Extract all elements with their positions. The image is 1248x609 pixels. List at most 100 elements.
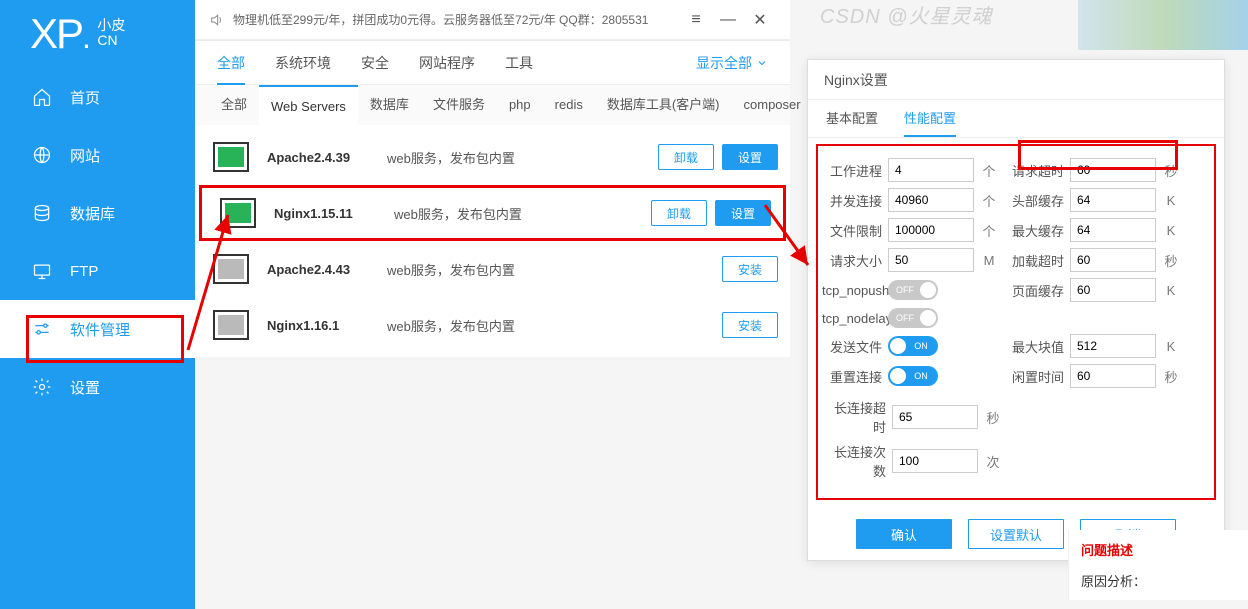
input-max-cache[interactable] [1070,218,1156,242]
show-all-link[interactable]: 显示全部 [696,53,768,73]
package-icon [220,198,256,228]
install-button[interactable]: 安装 [722,312,778,338]
nav-software[interactable]: 软件管理 [0,300,195,358]
uninstall-button[interactable]: 卸载 [658,144,714,170]
side-notes: 问题描述 原因分析： [1068,530,1248,600]
input-page-cache[interactable] [1070,278,1156,302]
input-concurrent[interactable] [888,188,974,212]
nav-settings[interactable]: 设置 [0,358,195,416]
gear-icon [32,377,52,397]
package-desc: web服务，发布包内置 [394,204,651,223]
subtab-webservers[interactable]: Web Servers [259,85,358,125]
input-header-cache[interactable] [1070,188,1156,212]
input-idle-time[interactable] [1070,364,1156,388]
nginx-settings-dialog: Nginx设置 基本配置 性能配置 工作进程 个 请求超时 秒 并发连接 个 头… [807,59,1225,561]
main-tabs: 全部 系统环境 安全 网站程序 工具 显示全部 [195,41,790,85]
package-name: Apache2.4.43 [267,262,387,277]
tab-sysenv[interactable]: 系统环境 [275,53,331,73]
close-button[interactable]: ✕ [744,4,776,36]
sliders-icon [32,319,52,339]
label-page-cache: 页面缓存 [1004,281,1064,300]
label-max-cache: 最大缓存 [1004,221,1064,240]
settings-button[interactable]: 设置 [715,200,771,226]
input-req-size[interactable] [888,248,974,272]
watermark: CSDN @火星灵魂 [820,0,993,29]
unit: 次 [984,452,1002,471]
label-request-timeout: 请求超时 [1004,161,1064,180]
sub-tabs: 全部 Web Servers 数据库 文件服务 php redis 数据库工具(… [195,85,790,125]
nav-label: FTP [70,263,98,280]
dialog-title: Nginx设置 [808,60,1224,100]
subtab-composer[interactable]: composer [732,85,813,125]
toggle-send-file[interactable]: ON [888,336,938,356]
uninstall-button[interactable]: 卸载 [651,200,707,226]
unit: 秒 [984,408,1002,427]
menu-icon[interactable]: ≡ [680,4,712,36]
subtab-redis[interactable]: redis [543,85,595,125]
monitor-icon [32,261,52,281]
pkg-apache2443: Apache2.4.43 web服务，发布包内置 安装 [195,241,790,297]
input-max-block[interactable] [1070,334,1156,358]
unit: K [1162,223,1180,238]
tab-tools[interactable]: 工具 [505,53,533,73]
label-send-file: 发送文件 [822,337,882,356]
tab-basic-config[interactable]: 基本配置 [826,100,878,137]
package-list: Apache2.4.39 web服务，发布包内置 卸载 设置 Nginx1.15… [195,125,790,357]
subtab-all[interactable]: 全部 [209,85,259,125]
unit: 秒 [1162,251,1180,270]
input-work-process[interactable] [888,158,974,182]
label-tcp-nodelay: tcp_nodelay [822,311,882,326]
nav-database[interactable]: 数据库 [0,184,195,242]
unit: 个 [980,191,998,210]
pkg-nginx1161: Nginx1.16.1 web服务，发布包内置 安装 [195,297,790,353]
nav-label: 设置 [70,377,100,398]
input-load-timeout[interactable] [1070,248,1156,272]
ok-button[interactable]: 确认 [856,519,952,549]
logo: XP. 小皮CN [0,0,195,68]
toggle-tcp-nodelay[interactable]: OFF [888,308,938,328]
tab-security[interactable]: 安全 [361,53,389,73]
package-icon [213,310,249,340]
package-name: Nginx1.15.11 [274,206,394,221]
settings-button[interactable]: 设置 [722,144,778,170]
minimize-button[interactable]: — [712,4,744,36]
logo-dot: . [82,19,91,55]
input-file-limit[interactable] [888,218,974,242]
tab-all[interactable]: 全部 [217,41,245,85]
announcement-text: 物理机低至299元/年，拼团成功0元得。云服务器低至72元/年 QQ群：2805… [233,11,680,28]
package-name: Nginx1.16.1 [267,318,387,333]
package-name: Apache2.4.39 [267,150,387,165]
sidebar: XP. 小皮CN 首页 网站 数据库 FTP 软件管理 设置 [0,0,195,609]
input-keep-timeout[interactable] [892,405,978,429]
input-request-timeout[interactable] [1070,158,1156,182]
nav-label: 首页 [70,87,100,108]
input-keep-count[interactable] [892,449,978,473]
dialog-body: 工作进程 个 请求超时 秒 并发连接 个 头部缓存 K 文件限制 个 最大缓存 … [816,144,1216,500]
nav-label: 数据库 [70,203,115,224]
set-default-button[interactable]: 设置默认 [968,519,1064,549]
main-panel: 全部 系统环境 安全 网站程序 工具 显示全部 全部 Web Servers 数… [195,40,790,357]
install-button[interactable]: 安装 [722,256,778,282]
label-max-block: 最大块值 [1004,337,1064,356]
label-concurrent: 并发连接 [822,191,882,210]
label-req-size: 请求大小 [822,251,882,270]
toggle-tcp-nopush[interactable]: OFF [888,280,938,300]
label-work-process: 工作进程 [822,161,882,180]
subtab-dbtool[interactable]: 数据库工具(客户端) [595,85,732,125]
subtab-file[interactable]: 文件服务 [421,85,497,125]
label-file-limit: 文件限制 [822,221,882,240]
toggle-reset-conn[interactable]: ON [888,366,938,386]
tab-webapps[interactable]: 网站程序 [419,53,475,73]
nav-website[interactable]: 网站 [0,126,195,184]
subtab-php[interactable]: php [497,85,543,125]
label-header-cache: 头部缓存 [1004,191,1064,210]
pkg-nginx11511: Nginx1.15.11 web服务，发布包内置 卸载 设置 [199,185,786,241]
subtab-db[interactable]: 数据库 [358,85,421,125]
label-load-timeout: 加载超时 [1004,251,1064,270]
unit: K [1162,283,1180,298]
nav-home[interactable]: 首页 [0,68,195,126]
label-idle-time: 闲置时间 [1004,367,1064,386]
package-icon [213,142,249,172]
tab-perf-config[interactable]: 性能配置 [904,100,956,137]
nav-ftp[interactable]: FTP [0,242,195,300]
